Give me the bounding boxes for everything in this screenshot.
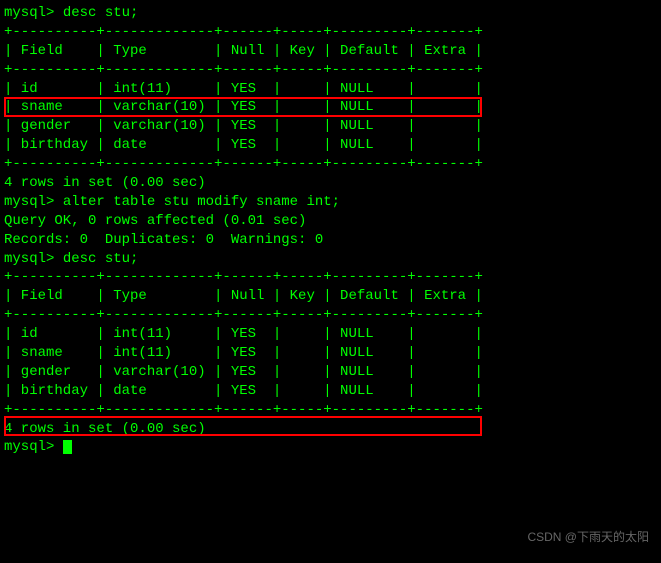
table-row: | birthday | date | YES | | NULL | | xyxy=(4,382,657,401)
table-separator: +----------+-------------+------+-----+-… xyxy=(4,23,657,42)
watermark: CSDN @下雨天的太阳 xyxy=(527,529,649,545)
table-separator: +----------+-------------+------+-----+-… xyxy=(4,306,657,325)
table-row: | id | int(11) | YES | | NULL | | xyxy=(4,325,657,344)
table-row: | birthday | date | YES | | NULL | | xyxy=(4,136,657,155)
table-row: | id | int(11) | YES | | NULL | | xyxy=(4,80,657,99)
command-text: desc stu; xyxy=(63,251,139,267)
table-separator: +----------+-------------+------+-----+-… xyxy=(4,268,657,287)
command-line-2: mysql> alter table stu modify sname int; xyxy=(4,193,657,212)
mysql-prompt: mysql> xyxy=(4,194,63,210)
table-header: | Field | Type | Null | Key | Default | … xyxy=(4,42,657,61)
query-ok: Query OK, 0 rows affected (0.01 sec) xyxy=(4,212,657,231)
table-row: | sname | int(11) | YES | | NULL | | xyxy=(4,344,657,363)
mysql-prompt: mysql> xyxy=(4,439,63,455)
mysql-prompt: mysql> xyxy=(4,5,63,21)
table-row: | sname | varchar(10) | YES | | NULL | | xyxy=(4,98,657,117)
command-line-3: mysql> desc stu; xyxy=(4,250,657,269)
command-line-1: mysql> desc stu; xyxy=(4,4,657,23)
result-summary: 4 rows in set (0.00 sec) xyxy=(4,174,657,193)
table-separator: +----------+-------------+------+-----+-… xyxy=(4,155,657,174)
records-info: Records: 0 Duplicates: 0 Warnings: 0 xyxy=(4,231,657,250)
table-separator: +----------+-------------+------+-----+-… xyxy=(4,61,657,80)
command-text: desc stu; xyxy=(63,5,139,21)
table-separator: +----------+-------------+------+-----+-… xyxy=(4,401,657,420)
current-prompt[interactable]: mysql> xyxy=(4,438,657,457)
table-row: | gender | varchar(10) | YES | | NULL | … xyxy=(4,117,657,136)
table-header: | Field | Type | Null | Key | Default | … xyxy=(4,287,657,306)
command-text: alter table stu modify sname int; xyxy=(63,194,340,210)
result-summary: 4 rows in set (0.00 sec) xyxy=(4,420,657,439)
table-row: | gender | varchar(10) | YES | | NULL | … xyxy=(4,363,657,382)
mysql-prompt: mysql> xyxy=(4,251,63,267)
cursor-icon xyxy=(63,440,72,454)
